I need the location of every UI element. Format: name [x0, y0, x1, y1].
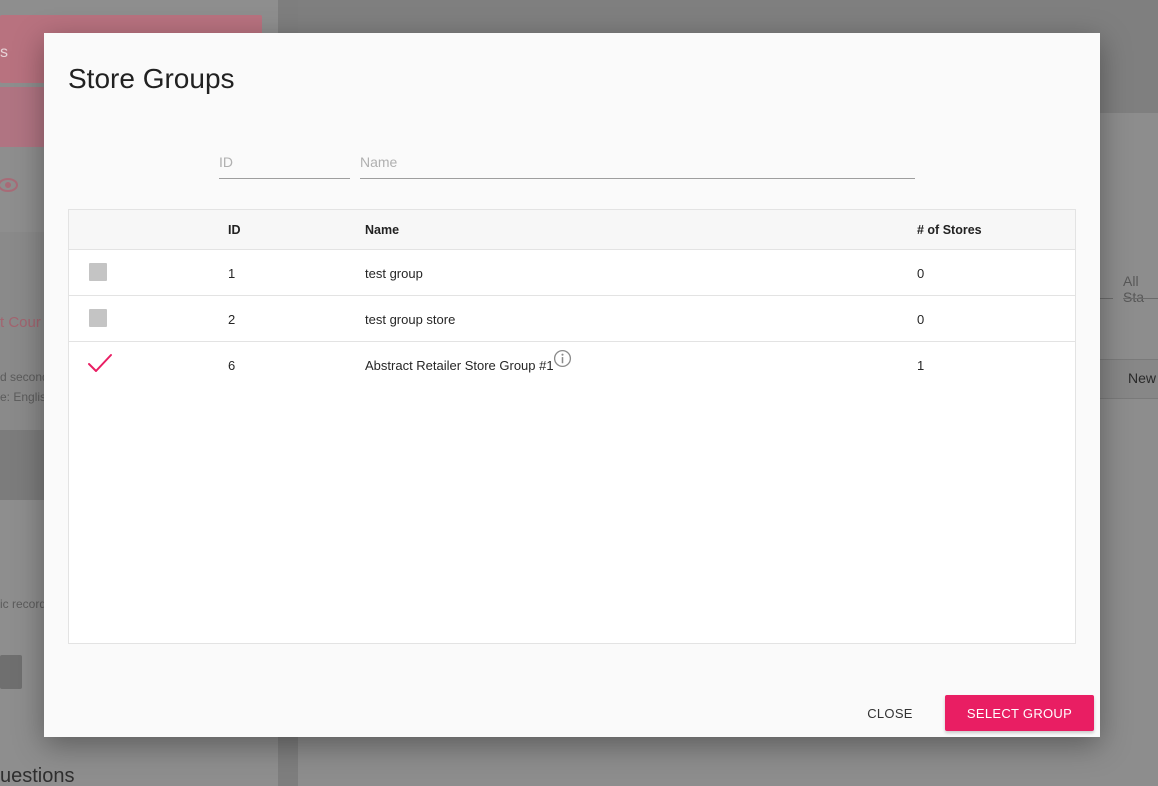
table-header: ID Name # of Stores — [69, 210, 1075, 250]
select-group-button[interactable]: SELECT GROUP — [945, 695, 1094, 731]
table-row-selected[interactable]: 6 Abstract Retailer Store Group #1 1 — [69, 342, 1075, 388]
page: s t Cour d second e: Englis ic record ue… — [0, 0, 1158, 786]
row-stores: 0 — [917, 312, 925, 327]
bg-text-line: ic record — [0, 597, 47, 611]
header-name[interactable]: Name — [365, 223, 399, 237]
bg-text-line: d second — [0, 370, 49, 384]
header-id[interactable]: ID — [228, 223, 241, 237]
row-name-text: Abstract Retailer Store Group #1 — [365, 358, 554, 373]
row-id: 1 — [228, 266, 236, 281]
bg-underline — [1123, 298, 1158, 299]
checkmark-icon[interactable] — [87, 352, 113, 374]
table-row[interactable]: 1 test group 0 — [69, 250, 1075, 296]
table-row[interactable]: 2 test group store 0 — [69, 296, 1075, 342]
row-checkbox[interactable] — [89, 309, 107, 327]
row-stores: 0 — [917, 266, 925, 281]
eye-icon — [0, 178, 18, 192]
row-checkbox[interactable] — [89, 263, 107, 281]
bg-text-line: e: Englis — [0, 390, 47, 404]
bg-questions-heading: uestions — [0, 765, 75, 786]
bg-sidebar-pink-letter: s — [0, 44, 8, 61]
id-filter-input[interactable] — [219, 145, 350, 179]
row-id: 2 — [228, 312, 236, 327]
bg-pink-text: t Cour — [0, 314, 41, 331]
row-id: 6 — [228, 358, 236, 373]
row-name: Abstract Retailer Store Group #1 — [365, 358, 554, 373]
bg-new-label: New — [1128, 370, 1157, 386]
row-name: test group — [365, 266, 423, 281]
row-stores: 1 — [917, 358, 925, 373]
row-name: test group store — [365, 312, 456, 327]
store-groups-dialog: Store Groups ID Name # of Stores 1 test … — [44, 33, 1100, 737]
store-groups-table: ID Name # of Stores 1 test group 0 2 tes… — [68, 209, 1076, 644]
bg-button — [0, 655, 22, 689]
header-stores[interactable]: # of Stores — [917, 223, 982, 237]
bg-filter-placeholder: All Sta — [1123, 273, 1145, 305]
bg-underline — [1100, 298, 1113, 299]
dialog-title: Store Groups — [68, 63, 235, 94]
info-icon[interactable] — [553, 349, 572, 368]
name-filter-input[interactable] — [360, 145, 915, 179]
close-button[interactable]: CLOSE — [854, 695, 926, 731]
